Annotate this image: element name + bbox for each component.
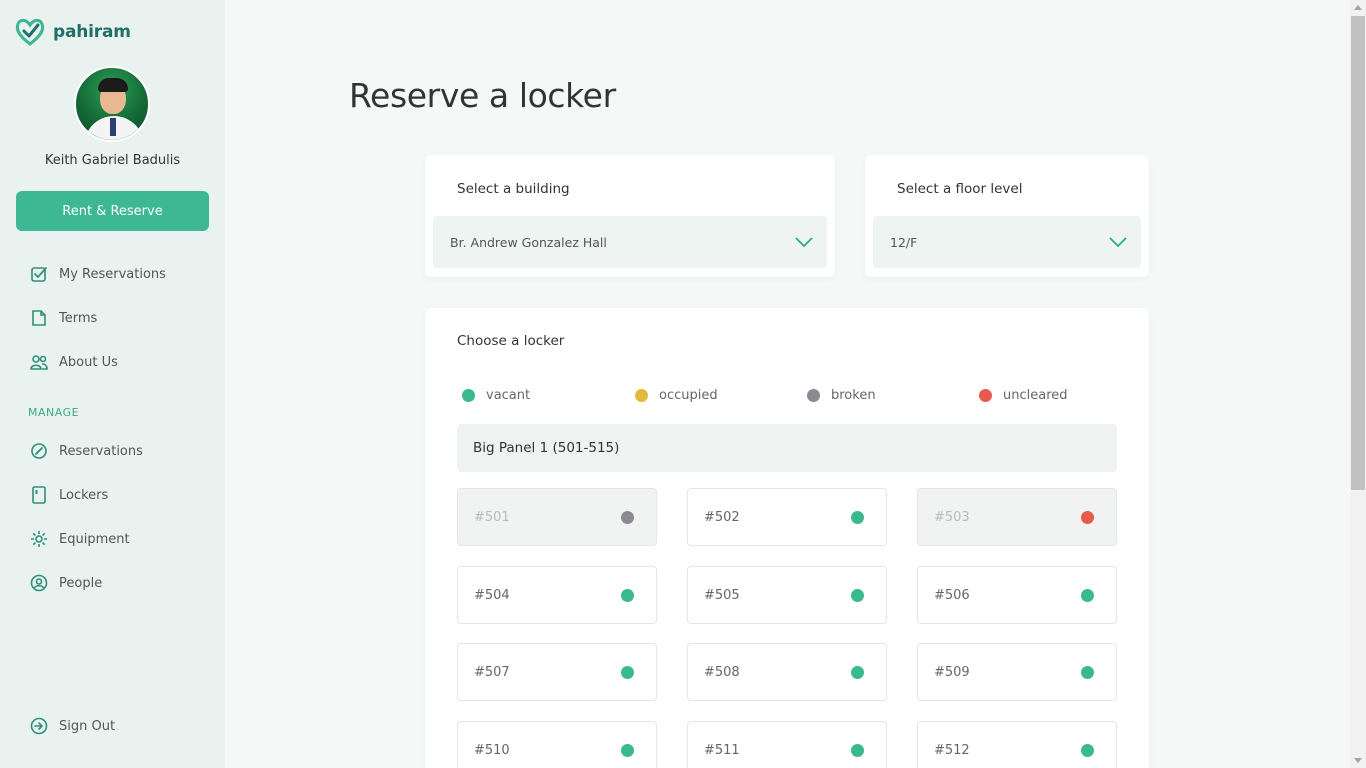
status-dot <box>621 510 634 524</box>
legend-occupied: occupied <box>635 388 718 403</box>
sidebar-item-label: Terms <box>59 310 98 326</box>
users-icon <box>30 355 48 370</box>
legend-label: uncleared <box>1003 388 1068 403</box>
sidebar-item-label: My Reservations <box>59 266 166 282</box>
locker-item[interactable]: #511 <box>687 721 887 768</box>
locker-id: #502 <box>704 509 740 525</box>
main-content: Reserve a locker Select a building Br. A… <box>225 0 1350 768</box>
rent-reserve-button[interactable]: Rent & Reserve <box>16 191 209 231</box>
status-dot <box>851 743 864 757</box>
document-icon <box>32 310 46 326</box>
panel-header[interactable]: Big Panel 1 (501-515) <box>457 424 1117 472</box>
floor-select[interactable]: 12/F <box>873 216 1141 268</box>
status-dot <box>621 743 634 757</box>
sign-out-icon <box>30 717 48 735</box>
status-dot <box>851 588 864 602</box>
status-dot <box>621 665 634 679</box>
locker-id: #504 <box>474 587 510 603</box>
sidebar-item-reservations[interactable]: Reservations <box>30 442 143 460</box>
page-title: Reserve a locker <box>349 76 616 115</box>
sidebar-item-equipment[interactable]: Equipment <box>30 530 130 548</box>
person-icon <box>30 574 48 592</box>
legend-label: broken <box>831 388 876 403</box>
status-dot <box>1081 588 1094 602</box>
app-name: pahiram <box>53 22 131 42</box>
locker-id: #507 <box>474 664 510 680</box>
broken-dot <box>807 389 820 402</box>
locker-item[interactable]: #502 <box>687 488 887 546</box>
sign-out-button[interactable]: Sign Out <box>30 717 115 735</box>
floor-value: 12/F <box>890 234 918 250</box>
locker-id: #510 <box>474 742 510 758</box>
locker-item: #503 <box>917 488 1117 546</box>
chevron-down-icon <box>795 237 813 247</box>
locker-item[interactable]: #506 <box>917 566 1117 624</box>
floor-label: Select a floor level <box>897 181 1023 197</box>
building-card: Select a building Br. Andrew Gonzalez Ha… <box>425 155 835 277</box>
status-dot <box>1081 510 1094 524</box>
locker-id: #508 <box>704 664 740 680</box>
sidebar-item-label: Lockers <box>59 487 109 503</box>
legend-label: vacant <box>486 388 531 403</box>
legend-uncleared: uncleared <box>979 388 1068 403</box>
scroll-up-arrow-icon[interactable] <box>1354 5 1362 10</box>
heart-logo-icon <box>15 18 45 46</box>
locker-id: #503 <box>934 509 970 525</box>
gear-icon <box>31 531 47 547</box>
app-logo[interactable]: pahiram <box>14 17 131 47</box>
sidebar: pahiram Keith Gabriel Badulis Rent & Res… <box>0 0 225 768</box>
locker-id: #505 <box>704 587 740 603</box>
locker-item[interactable]: #505 <box>687 566 887 624</box>
sidebar-item-about-us[interactable]: About Us <box>30 353 118 371</box>
status-dot <box>1081 665 1094 679</box>
locker-id: #506 <box>934 587 970 603</box>
building-label: Select a building <box>457 181 570 197</box>
status-dot <box>1081 743 1094 757</box>
sign-out-label: Sign Out <box>59 718 116 734</box>
locker-id: #511 <box>704 742 740 758</box>
occupied-dot <box>635 389 648 402</box>
floor-card: Select a floor level 12/F <box>865 155 1149 277</box>
building-value: Br. Andrew Gonzalez Hall <box>450 234 607 250</box>
uncleared-dot <box>979 389 992 402</box>
locker-item[interactable]: #509 <box>917 643 1117 701</box>
sidebar-item-label: About Us <box>59 354 118 370</box>
building-select[interactable]: Br. Andrew Gonzalez Hall <box>433 216 827 268</box>
sidebar-item-label: Reservations <box>59 443 143 459</box>
status-dot <box>621 588 634 602</box>
user-name: Keith Gabriel Badulis <box>44 153 181 168</box>
pen-icon <box>31 443 47 459</box>
manage-section-label: MANAGE <box>28 406 80 419</box>
scrollbar[interactable] <box>1350 0 1366 768</box>
legend-broken: broken <box>807 388 876 403</box>
locker-item[interactable]: #512 <box>917 721 1117 768</box>
sidebar-item-terms[interactable]: Terms <box>30 309 97 327</box>
locker-id: #512 <box>934 742 970 758</box>
locker-id: #509 <box>934 664 970 680</box>
chevron-down-icon <box>1109 237 1127 247</box>
locker-item[interactable]: #504 <box>457 566 657 624</box>
sidebar-item-lockers[interactable]: Lockers <box>30 486 108 504</box>
sidebar-item-people[interactable]: People <box>30 574 102 592</box>
legend-label: occupied <box>659 388 718 403</box>
vacant-dot <box>462 389 475 402</box>
sidebar-item-label: Equipment <box>59 531 130 547</box>
status-dot <box>851 510 864 524</box>
locker-item[interactable]: #510 <box>457 721 657 768</box>
locker-id: #501 <box>474 509 510 525</box>
sidebar-item-label: People <box>59 575 103 591</box>
legend-vacant: vacant <box>462 388 530 403</box>
status-dot <box>851 665 864 679</box>
scroll-thumb[interactable] <box>1351 16 1365 490</box>
scroll-down-arrow-icon[interactable] <box>1354 758 1362 763</box>
check-icon <box>31 267 47 282</box>
avatar[interactable] <box>74 66 150 142</box>
locker-item: #501 <box>457 488 657 546</box>
choose-locker-label: Choose a locker <box>457 333 565 349</box>
locker-item[interactable]: #508 <box>687 643 887 701</box>
locker-item[interactable]: #507 <box>457 643 657 701</box>
sidebar-item-my-reservations[interactable]: My Reservations <box>30 265 166 283</box>
locker-icon <box>32 486 46 504</box>
